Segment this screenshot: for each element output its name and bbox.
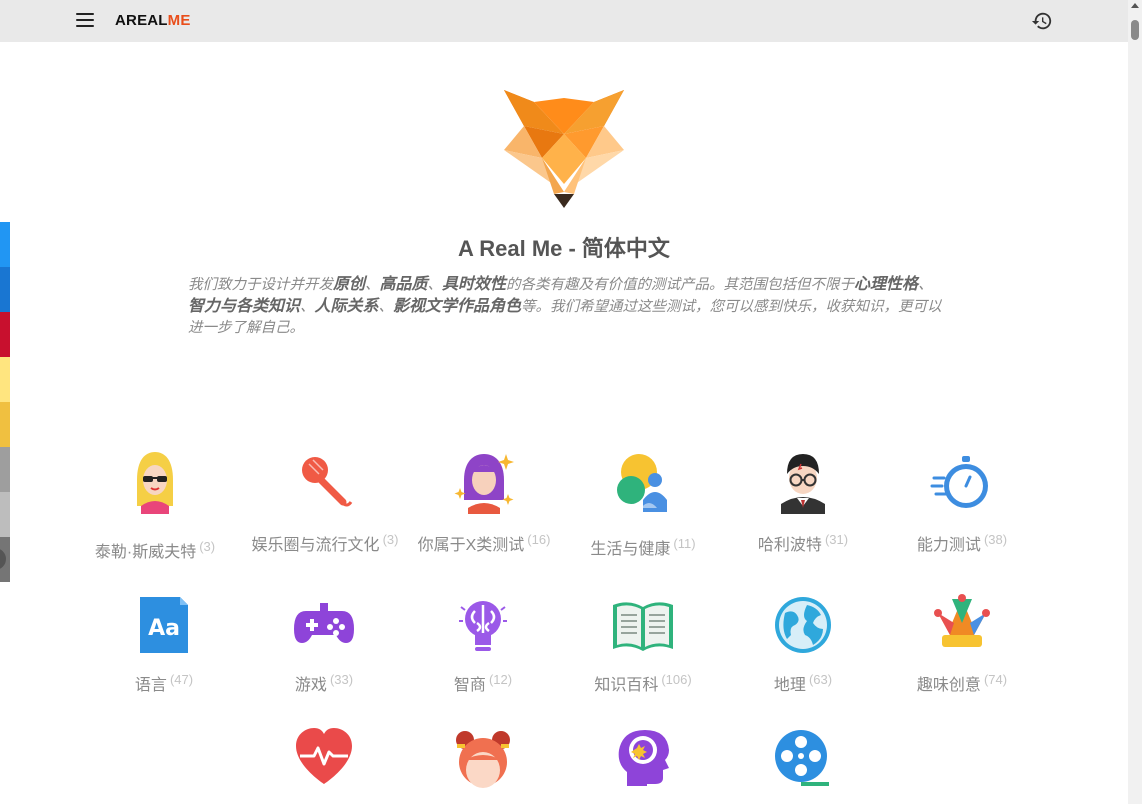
category-count: (16) (527, 531, 551, 547)
open-book-icon (611, 593, 675, 657)
description-emphasis: 心理性格 (854, 276, 919, 293)
description-emphasis: 高品质 (379, 276, 428, 293)
category-item[interactable]: 智商 (12) (393, 593, 573, 695)
description-text: 我们致力于设计并开发 (188, 277, 333, 293)
gamepad-icon (292, 593, 356, 657)
category-label: 能力测试 (916, 537, 981, 554)
category-count: (11) (673, 535, 696, 551)
category-item[interactable]: 娱乐圈与流行文化 (3) (235, 450, 415, 555)
category-item[interactable]: 趣味创意 (74) (872, 593, 1052, 695)
category-item[interactable]: 泰勒·斯威夫特 (3) (65, 450, 245, 562)
family-sun-icon (611, 450, 675, 514)
theme-swatch[interactable] (0, 312, 10, 357)
category-item[interactable] (234, 726, 414, 790)
theme-swatch[interactable] (0, 492, 10, 537)
globe-icon (771, 593, 835, 657)
description-emphasis: 人际关系 (314, 298, 379, 315)
category-count: (106) (661, 671, 692, 687)
description-text: 的各类有趣及有价值的测试产品。其范围包括但不限于 (506, 277, 855, 293)
category-item[interactable]: 能力测试 (38) (872, 450, 1052, 555)
category-label: 你属于X类测试 (417, 537, 525, 554)
jester-hat-icon (930, 593, 994, 657)
category-label: 娱乐圈与流行文化 (251, 537, 380, 554)
category-item[interactable]: 生活与健康 (11) (553, 450, 733, 559)
page-title: A Real Me - 简体中文 (458, 236, 670, 261)
vertical-scrollbar[interactable] (1128, 0, 1142, 804)
harry-potter-icon (771, 450, 835, 514)
category-count: (3) (199, 538, 216, 554)
category-count: (47) (169, 671, 194, 687)
category-item[interactable]: 你属于X类测试 (16) (394, 450, 574, 555)
brain-bulb-icon (451, 593, 515, 657)
category-label: 哈利波特 (757, 537, 822, 554)
category-item[interactable]: 哈利波特 (31) (713, 450, 893, 555)
hamburger-menu-icon[interactable] (76, 13, 94, 29)
brand-logo-text[interactable]: AREALME (115, 12, 191, 29)
category-count: (38) (983, 531, 1008, 547)
font-aa-icon: Aa (132, 593, 196, 657)
category-label: 知识百科 (594, 677, 659, 694)
category-label: 生活与健康 (590, 541, 671, 558)
category-item[interactable]: 知识百科 (106) (553, 593, 733, 695)
category-label: 趣味创意 (916, 677, 981, 694)
microphone-icon (293, 450, 357, 514)
scroll-up-arrow-icon[interactable] (1131, 3, 1139, 8)
description-text: 、 (365, 277, 380, 293)
head-mind-icon (611, 726, 675, 790)
description-emphasis: 原创 (333, 276, 366, 293)
category-label: 游戏 (294, 677, 327, 694)
description-text: 、 (918, 277, 933, 293)
brand-accent: ME (167, 12, 191, 29)
theme-swatch[interactable] (0, 447, 10, 492)
category-label: 语言 (134, 677, 167, 694)
history-icon[interactable] (1031, 10, 1053, 32)
description-text: 、 (378, 299, 394, 315)
category-count: (12) (488, 671, 513, 687)
description-emphasis: 影视文学作品角色 (393, 298, 522, 315)
category-item[interactable] (713, 726, 893, 790)
brand-main: AREAL (115, 12, 168, 29)
category-item[interactable] (553, 726, 733, 790)
category-label: 泰勒·斯威夫特 (94, 544, 197, 561)
description-text: 、 (427, 277, 443, 293)
category-count: (31) (824, 531, 849, 547)
category-label: 智商 (453, 677, 486, 694)
top-app-bar: AREALME (0, 0, 1128, 42)
description-emphasis: 具时效性 (442, 276, 507, 293)
description-emphasis: 智力与各类知识 (188, 298, 301, 315)
theme-color-strip (0, 222, 10, 582)
theme-swatch[interactable] (0, 402, 10, 447)
site-description: 我们致力于设计并开发原创、高品质、具时效性的各类有趣及有价值的测试产品。其范围包… (188, 274, 944, 339)
film-reel-icon (771, 726, 835, 790)
theme-swatch[interactable] (0, 267, 10, 312)
category-item[interactable]: Aa 语言 (47) (74, 593, 254, 695)
category-count: (63) (808, 671, 833, 687)
category-label: 地理 (773, 677, 806, 694)
description-text: 、 (300, 299, 315, 315)
stopwatch-icon (930, 450, 994, 514)
category-item[interactable]: 地理 (63) (713, 593, 893, 695)
category-item[interactable] (393, 726, 573, 790)
category-count: (33) (329, 671, 354, 687)
sparkle-girl-icon (452, 450, 516, 514)
scroll-thumb[interactable] (1131, 20, 1139, 40)
svg-text:Aa: Aa (148, 616, 180, 641)
category-count: (74) (983, 671, 1008, 687)
taylor-swift-icon (123, 450, 187, 514)
category-item[interactable]: 游戏 (33) (234, 593, 414, 695)
girl-buns-icon (451, 726, 515, 790)
fox-logo-icon (504, 90, 624, 208)
theme-swatch[interactable] (0, 357, 10, 402)
heartbeat-icon (292, 726, 356, 790)
